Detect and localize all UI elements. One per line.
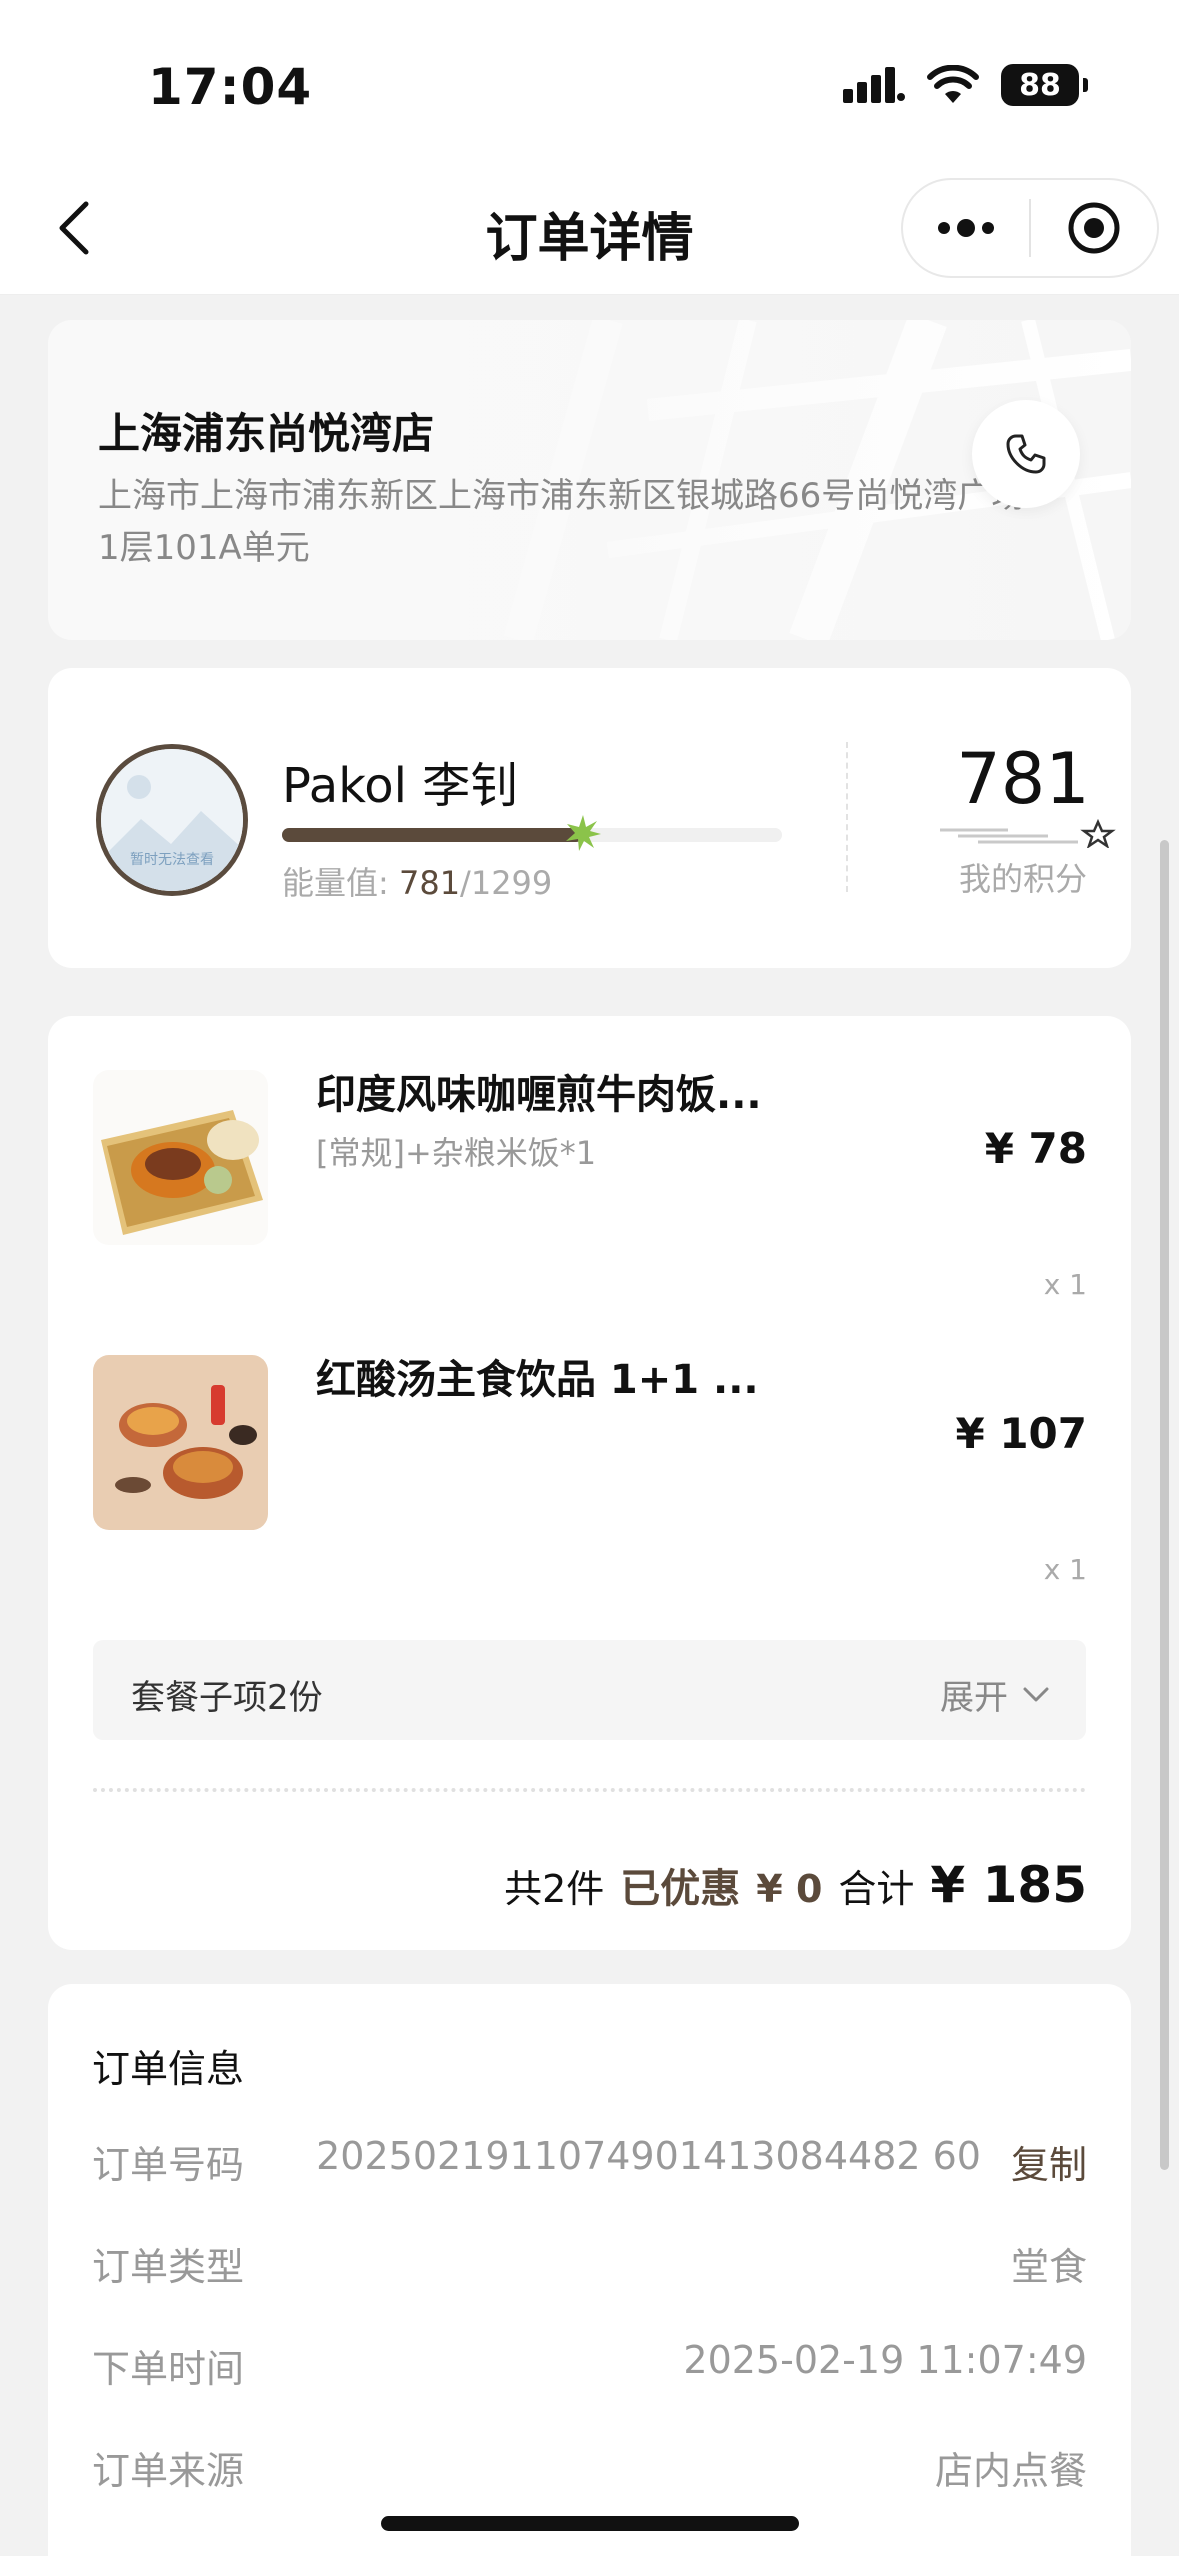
info-value: 堂食 [1011,2236,1087,2291]
close-mini-program-button[interactable] [1031,180,1157,276]
battery-indicator: 88 [1001,64,1088,106]
member-divider [846,742,848,892]
combo-subitems-bar[interactable]: 套餐子项2份 展开 [93,1640,1086,1740]
status-bar: 17:04 88 [0,0,1179,170]
store-card: 上海浦东尚悦湾店 上海市上海市浦东新区上海市浦东新区银城路66号尚悦湾广场1层1… [48,320,1131,640]
item-price: ¥ 107 [955,1409,1087,1458]
order-summary: 共2件 已优惠 ¥ 0 合计 ¥ 185 [504,1856,1087,1914]
info-key: 订单类型 [92,2245,245,2289]
avatar[interactable]: 暂时无法查看 [96,744,248,896]
item-spec: [常规]+杂粮米饭*1 [316,1134,597,1172]
energy-total: /1299 [460,864,553,902]
food-photo-icon [93,1355,268,1530]
combo-label: 套餐子项2份 [131,1678,323,1718]
food-photo-icon [93,1070,268,1245]
points-value[interactable]: 781 [928,738,1118,820]
order-info-title: 订单信息 [92,2047,245,2091]
avatar-caption: 暂时无法查看 [130,852,214,868]
more-dots-icon [938,219,994,237]
total-label: 合计 [838,1867,915,1911]
signal-icon [843,67,905,103]
store-address: 上海市上海市浦东新区上海市浦东新区银城路66号尚悦湾广场1层101A单元 [98,476,1026,568]
item-price: ¥ 78 [984,1124,1087,1173]
discount-label: 已优惠 [620,1866,741,1912]
divider [93,1788,1086,1792]
more-button[interactable] [903,180,1029,276]
wifi-icon [927,65,979,103]
item-name: 印度风味咖喱煎牛肉饭... [316,1072,762,1118]
points-star-icon [940,818,1116,848]
total-value: ¥ 185 [930,1856,1087,1914]
mini-program-capsule [901,178,1159,278]
scrollbar[interactable] [1160,840,1169,2170]
expand-button[interactable]: 展开 [940,1670,1050,1719]
item-image-sour-soup-combo [93,1355,268,1530]
item-quantity: x 1 [1043,1268,1087,1301]
call-store-button[interactable] [972,400,1080,508]
order-source-row: 订单来源 店内点餐 [92,2440,1087,2500]
order-number: 2025021911074901413084482 60 [316,2134,981,2178]
target-icon [1068,202,1120,254]
points-label: 我的积分 [958,860,1087,898]
status-icons: 88 [843,64,1088,106]
item-count: 共2件 [504,1867,605,1911]
list-item[interactable]: 印度风味咖喱煎牛肉饭... [常规]+杂粮米饭*1 ¥ 78 x 1 [48,1016,1131,1306]
expand-label: 展开 [940,1678,1008,1718]
member-card: 暂时无法查看 Pakol 李钊 能量值: 781/1299 781 我的积分 [48,668,1131,968]
order-items-card: 印度风味咖喱煎牛肉饭... [常规]+杂粮米饭*1 ¥ 78 x 1 红酸汤主食… [48,1016,1131,1950]
item-quantity: x 1 [1043,1553,1087,1586]
copy-button[interactable]: 复制 [1011,2134,1087,2189]
phone-icon [1006,434,1046,474]
info-value: 2025021911074901413084482 60 复制 [316,2134,1087,2189]
info-value: 店内点餐 [935,2440,1087,2495]
item-image-curry-beef [93,1070,268,1245]
order-source: 店内点餐 [934,2449,1087,2493]
energy-label: 能量值: [282,864,389,902]
store-name: 上海浦东尚悦湾店 [98,409,435,458]
status-time: 17:04 [148,58,313,116]
info-key: 下单时间 [92,2347,245,2391]
order-number-row: 订单号码 2025021911074901413084482 60 复制 [92,2134,1087,2194]
order-time: 2025-02-19 11:07:49 [683,2338,1087,2382]
energy-text: 能量值: 781/1299 [282,858,552,904]
info-value: 2025-02-19 11:07:49 [683,2338,1087,2382]
item-name: 红酸汤主食饮品 1+1 ... [316,1357,759,1403]
chevron-down-icon [1023,1687,1049,1701]
home-indicator[interactable] [381,2516,799,2531]
spark-icon [565,815,601,851]
member-name: Pakol 李钊 [282,758,519,814]
list-item[interactable]: 红酸汤主食饮品 1+1 ... ¥ 107 x 1 [48,1301,1131,1591]
info-key: 订单来源 [92,2449,245,2493]
energy-progress-bar [282,815,782,851]
energy-current: 781 [398,864,461,902]
order-type-row: 订单类型 堂食 [92,2236,1087,2296]
order-type: 堂食 [1010,2245,1087,2289]
info-key: 订单号码 [92,2143,245,2187]
image-placeholder-icon [101,749,243,891]
discount-value: ¥ 0 [756,1867,823,1911]
nav-bar: 订单详情 [0,170,1179,295]
energy-progress-fill [282,828,583,842]
order-time-row: 下单时间 2025-02-19 11:07:49 [92,2338,1087,2398]
order-info-card: 订单信息 订单号码 2025021911074901413084482 60 复… [48,1984,1131,2556]
